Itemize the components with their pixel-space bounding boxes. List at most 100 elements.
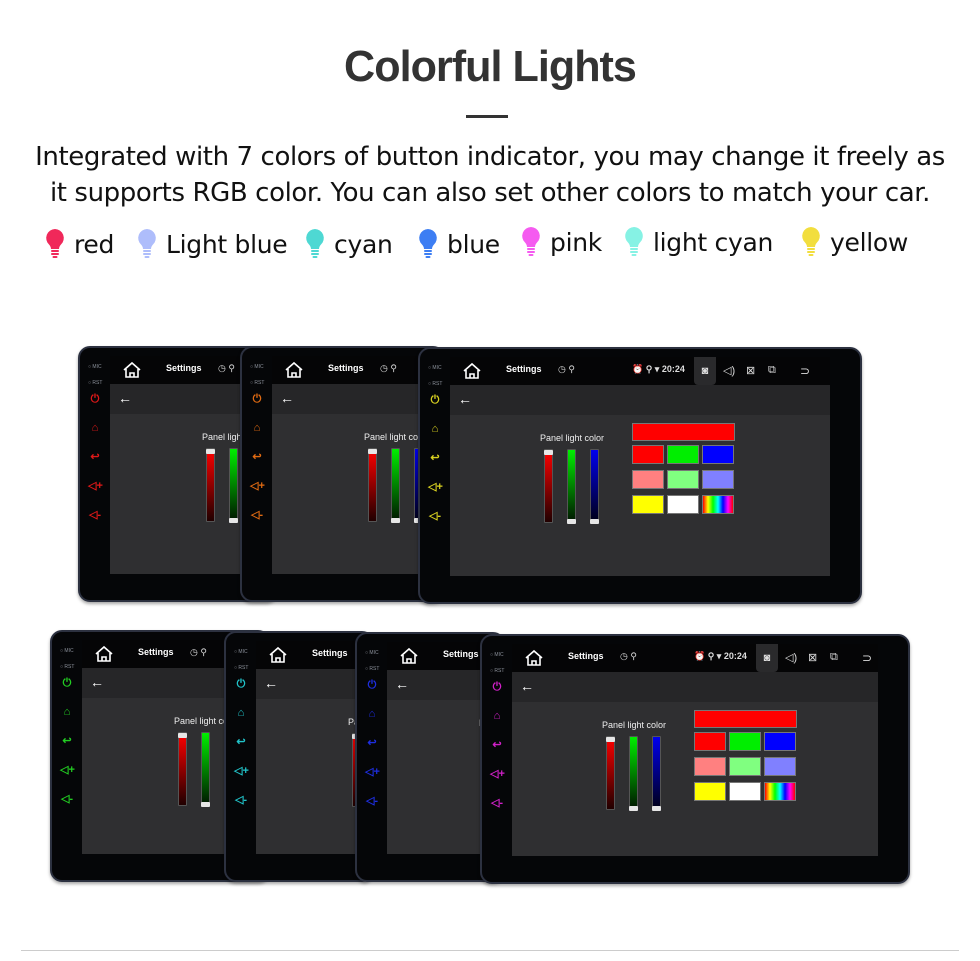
home-icon[interactable] [399, 647, 419, 665]
slider-g[interactable] [201, 732, 210, 807]
slider-g[interactable] [567, 449, 576, 524]
color-swatch[interactable] [764, 757, 796, 776]
back-arrow-icon[interactable]: ← [90, 674, 104, 690]
slider-g[interactable] [229, 448, 238, 523]
return-icon[interactable]: ⊃ [862, 651, 872, 665]
slider-g[interactable] [391, 448, 400, 523]
back-arrow-icon[interactable]: ← [280, 390, 294, 406]
home-icon[interactable]: ⌂ [490, 709, 504, 723]
recent-apps-icon[interactable]: ⧉ [830, 651, 838, 664]
home-icon[interactable] [268, 646, 288, 664]
home-icon[interactable]: ⌂ [88, 421, 102, 435]
slider-knob[interactable] [544, 450, 553, 455]
slider-knob[interactable] [391, 518, 400, 523]
power-icon[interactable]: ⏻ [250, 392, 264, 406]
slider-knob[interactable] [178, 733, 187, 738]
slider-knob[interactable] [606, 737, 615, 742]
volume-down-icon[interactable]: ◁- [428, 509, 442, 523]
home-icon[interactable]: ⌂ [60, 705, 74, 719]
power-icon[interactable]: ⏻ [88, 392, 102, 406]
slider-b[interactable] [590, 449, 599, 524]
slider-g[interactable] [629, 736, 638, 811]
back-icon[interactable]: ↩ [428, 451, 442, 465]
volume-down-icon[interactable]: ◁- [234, 793, 248, 807]
volume-up-icon[interactable]: ◁+ [88, 479, 103, 493]
color-swatch[interactable] [667, 495, 699, 514]
home-icon[interactable] [122, 361, 142, 379]
recent-apps-icon[interactable]: ⧉ [768, 364, 776, 377]
volume-up-icon[interactable]: ◁+ [365, 765, 380, 779]
color-swatch[interactable] [729, 757, 761, 776]
volume-up-icon[interactable]: ◁+ [428, 480, 443, 494]
volume-up-icon[interactable]: ◁+ [250, 479, 265, 493]
back-arrow-icon[interactable]: ← [395, 676, 409, 692]
slider-r[interactable] [606, 736, 615, 810]
slider-r[interactable] [178, 732, 187, 806]
color-swatch[interactable] [702, 495, 734, 514]
volume-down-icon[interactable]: ◁- [250, 508, 264, 522]
home-icon[interactable]: ⌂ [250, 421, 264, 435]
color-swatch[interactable] [632, 445, 664, 464]
back-icon[interactable]: ↩ [60, 734, 74, 748]
slider-r[interactable] [368, 448, 377, 522]
slider-knob[interactable] [229, 518, 238, 523]
color-swatch[interactable] [667, 445, 699, 464]
color-swatch[interactable] [702, 445, 734, 464]
home-icon[interactable] [524, 649, 544, 667]
slider-knob[interactable] [590, 519, 599, 524]
volume-icon[interactable]: ◁) [723, 364, 735, 377]
color-swatch[interactable] [729, 782, 761, 801]
color-swatch[interactable] [764, 782, 796, 801]
color-swatch[interactable] [632, 495, 664, 514]
color-swatch[interactable] [729, 732, 761, 751]
home-icon[interactable] [94, 645, 114, 663]
back-arrow-icon[interactable]: ← [458, 391, 472, 407]
power-icon[interactable]: ⏻ [60, 676, 74, 690]
close-app-icon[interactable]: ⊠ [808, 651, 817, 664]
slider-knob[interactable] [567, 519, 576, 524]
volume-up-icon[interactable]: ◁+ [60, 763, 75, 777]
home-icon[interactable]: ⌂ [428, 422, 442, 436]
power-icon[interactable]: ⏻ [428, 393, 442, 407]
power-icon[interactable]: ⏻ [234, 677, 248, 691]
color-swatch[interactable] [694, 732, 726, 751]
slider-b[interactable] [652, 736, 661, 811]
volume-up-icon[interactable]: ◁+ [234, 764, 249, 778]
slider-knob[interactable] [206, 449, 215, 454]
back-icon[interactable]: ↩ [365, 736, 379, 750]
slider-knob[interactable] [368, 449, 377, 454]
back-icon[interactable]: ↩ [490, 738, 504, 752]
back-icon[interactable]: ↩ [250, 450, 264, 464]
close-app-icon[interactable]: ⊠ [746, 364, 755, 377]
back-arrow-icon[interactable]: ← [520, 678, 534, 694]
color-swatch[interactable] [694, 782, 726, 801]
volume-down-icon[interactable]: ◁- [88, 508, 102, 522]
back-arrow-icon[interactable]: ← [118, 390, 132, 406]
back-icon[interactable]: ↩ [88, 450, 102, 464]
slider-knob[interactable] [652, 806, 661, 811]
power-icon[interactable]: ⏻ [490, 680, 504, 694]
volume-down-icon[interactable]: ◁- [490, 796, 504, 810]
home-icon[interactable]: ⌂ [365, 707, 379, 721]
volume-up-icon[interactable]: ◁+ [490, 767, 505, 781]
volume-down-icon[interactable]: ◁- [365, 794, 379, 808]
color-swatch[interactable] [702, 470, 734, 489]
back-arrow-icon[interactable]: ← [264, 675, 278, 691]
home-icon[interactable]: ⌂ [234, 706, 248, 720]
return-icon[interactable]: ⊃ [800, 364, 810, 378]
home-icon[interactable] [284, 361, 304, 379]
slider-r[interactable] [206, 448, 215, 522]
volume-down-icon[interactable]: ◁- [60, 792, 74, 806]
slider-knob[interactable] [629, 806, 638, 811]
home-icon[interactable] [462, 362, 482, 380]
color-swatch[interactable] [632, 470, 664, 489]
power-icon[interactable]: ⏻ [365, 678, 379, 692]
screenshot-icon[interactable]: ◙ [694, 357, 716, 385]
screenshot-icon[interactable]: ◙ [756, 644, 778, 672]
volume-icon[interactable]: ◁) [785, 651, 797, 664]
color-swatch[interactable] [667, 470, 699, 489]
slider-r[interactable] [544, 449, 553, 523]
color-swatch[interactable] [694, 757, 726, 776]
back-icon[interactable]: ↩ [234, 735, 248, 749]
slider-knob[interactable] [201, 802, 210, 807]
